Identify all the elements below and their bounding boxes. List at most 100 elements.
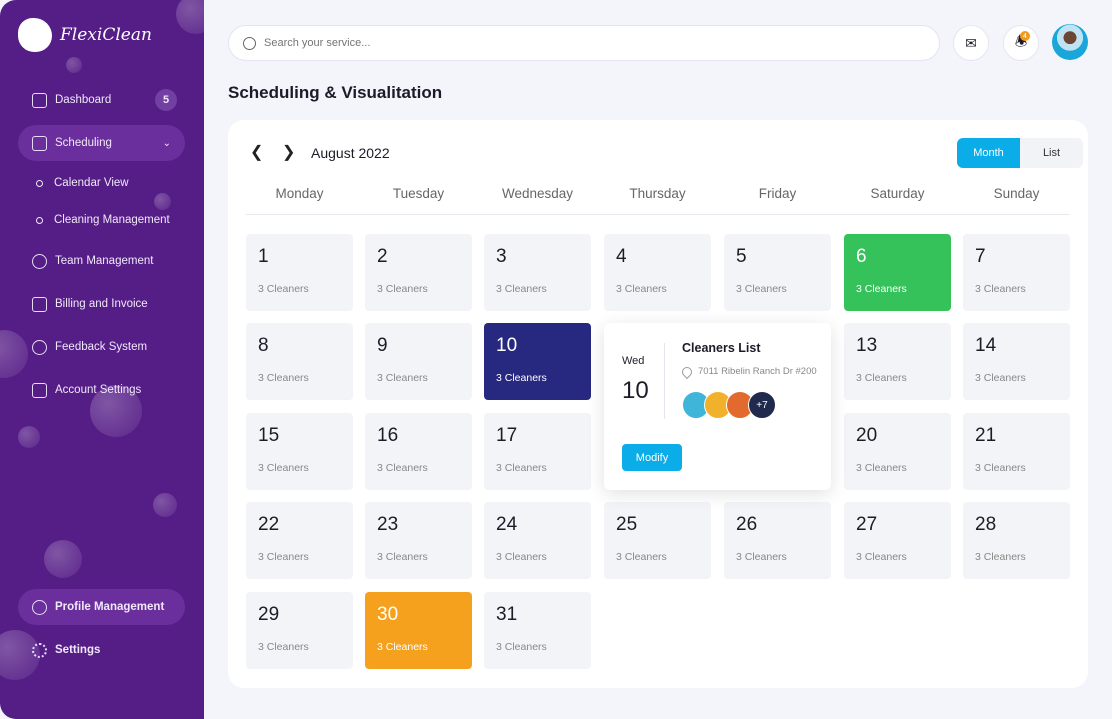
day-number: 2 bbox=[377, 246, 388, 267]
day-cell[interactable]: 20 3 Cleaners bbox=[844, 413, 951, 490]
sidebar-subitem-calendar-view[interactable]: Calendar View bbox=[36, 177, 129, 189]
modify-button[interactable]: Modify bbox=[622, 444, 682, 471]
weekday-header: Wednesday bbox=[501, 186, 574, 201]
day-number: 7 bbox=[975, 246, 986, 267]
sidebar-item-settings[interactable]: Settings bbox=[18, 632, 185, 668]
cleaner-count: 3 Cleaners bbox=[377, 462, 428, 474]
brand-logo[interactable]: FlexiClean bbox=[18, 18, 152, 52]
document-icon bbox=[32, 296, 47, 312]
day-number: 20 bbox=[856, 425, 878, 446]
more-cleaners[interactable]: +7 bbox=[748, 391, 776, 419]
cleaner-count: 3 Cleaners bbox=[258, 372, 309, 384]
view-list-button[interactable]: List bbox=[1020, 138, 1083, 168]
weekday-header: Monday bbox=[275, 186, 324, 201]
label: Team Management bbox=[55, 255, 154, 267]
day-cell[interactable]: 29 3 Cleaners bbox=[246, 592, 353, 669]
weekday-header: Saturday bbox=[870, 186, 925, 201]
cleaner-count: 3 Cleaners bbox=[616, 551, 667, 563]
day-cell[interactable]: 7 3 Cleaners bbox=[963, 234, 1070, 311]
day-cell[interactable]: 1 3 Cleaners bbox=[246, 234, 353, 311]
sidebar-item-scheduling[interactable]: Scheduling ⌄ bbox=[18, 125, 185, 161]
label: Feedback System bbox=[55, 341, 148, 353]
day-cell[interactable]: 9 3 Cleaners bbox=[365, 323, 472, 400]
view-toggle: Month List bbox=[957, 138, 1083, 168]
file-plus-icon bbox=[32, 382, 47, 398]
sidebar-item-feedback[interactable]: Feedback System bbox=[18, 329, 185, 365]
sidebar-item-team-management[interactable]: Team Management bbox=[18, 243, 185, 279]
day-cell[interactable]: 5 3 Cleaners bbox=[724, 234, 831, 311]
cleaner-count: 3 Cleaners bbox=[736, 283, 787, 295]
search-icon bbox=[243, 36, 256, 50]
day-cell[interactable]: 26 3 Cleaners bbox=[724, 502, 831, 579]
day-cell[interactable]: 2 3 Cleaners bbox=[365, 234, 472, 311]
day-number: 21 bbox=[975, 425, 997, 446]
cleaner-count: 3 Cleaners bbox=[258, 462, 309, 474]
day-cell[interactable]: 15 3 Cleaners bbox=[246, 413, 353, 490]
users-icon bbox=[32, 253, 47, 269]
day-cell[interactable]: 8 3 Cleaners bbox=[246, 323, 353, 400]
cleaner-count: 3 Cleaners bbox=[496, 551, 547, 563]
cleaner-count: 3 Cleaners bbox=[496, 641, 547, 653]
weekday-header: Tuesday bbox=[392, 186, 445, 201]
day-number: 4 bbox=[616, 246, 627, 267]
user-avatar[interactable] bbox=[1052, 24, 1088, 60]
cleaner-count: 3 Cleaners bbox=[856, 462, 907, 474]
day-cell[interactable]: 24 3 Cleaners bbox=[484, 502, 591, 579]
prev-month-button[interactable]: ❮ bbox=[250, 142, 263, 162]
day-cell[interactable]: 23 3 Cleaners bbox=[365, 502, 472, 579]
day-number: 26 bbox=[736, 514, 758, 535]
mail-button[interactable]: ✉ bbox=[953, 25, 989, 61]
cleaner-count: 3 Cleaners bbox=[258, 641, 309, 653]
day-cell[interactable]: 16 3 Cleaners bbox=[365, 413, 472, 490]
label: Cleaning Management bbox=[54, 214, 170, 226]
search-bar[interactable] bbox=[228, 25, 940, 61]
cleaner-count: 3 Cleaners bbox=[975, 372, 1026, 384]
label: Profile Management bbox=[55, 601, 165, 613]
notifications-button[interactable]: 🕭 4 bbox=[1003, 25, 1039, 61]
day-cell[interactable]: 4 3 Cleaners bbox=[604, 234, 711, 311]
day-number: 29 bbox=[258, 604, 280, 625]
cleaner-count: 3 Cleaners bbox=[975, 551, 1026, 563]
cleaner-count: 3 Cleaners bbox=[856, 283, 907, 295]
month-label: August 2022 bbox=[311, 145, 390, 161]
day-cell[interactable]: 22 3 Cleaners bbox=[246, 502, 353, 579]
view-month-button[interactable]: Month bbox=[957, 138, 1020, 168]
page-title: Scheduling & Visualitation bbox=[228, 83, 443, 102]
sidebar-item-account-settings[interactable]: Account Settings bbox=[18, 372, 185, 408]
day-number: 1 bbox=[258, 246, 269, 267]
notification-badge: 4 bbox=[1020, 31, 1030, 41]
cleaner-count: 3 Cleaners bbox=[616, 283, 667, 295]
day-number: 3 bbox=[496, 246, 507, 267]
day-cell[interactable]: 27 3 Cleaners bbox=[844, 502, 951, 579]
day-cell[interactable]: 14 3 Cleaners bbox=[963, 323, 1070, 400]
day-cell[interactable]: 10 3 Cleaners bbox=[484, 323, 591, 400]
day-number: 31 bbox=[496, 604, 518, 625]
sidebar-item-billing[interactable]: Billing and Invoice bbox=[18, 286, 185, 322]
day-cell[interactable]: 28 3 Cleaners bbox=[963, 502, 1070, 579]
day-number: 22 bbox=[258, 514, 280, 535]
day-cell[interactable]: 3 3 Cleaners bbox=[484, 234, 591, 311]
day-number: 6 bbox=[856, 246, 867, 267]
label: Scheduling bbox=[55, 137, 112, 149]
day-cell[interactable]: 30 3 Cleaners bbox=[365, 592, 472, 669]
day-cell[interactable]: 17 3 Cleaners bbox=[484, 413, 591, 490]
day-cell[interactable]: 21 3 Cleaners bbox=[963, 413, 1070, 490]
day-number: 9 bbox=[377, 335, 388, 356]
next-month-button[interactable]: ❯ bbox=[282, 142, 295, 162]
gear-icon bbox=[32, 642, 47, 658]
day-cell[interactable]: 25 3 Cleaners bbox=[604, 502, 711, 579]
cleaner-count: 3 Cleaners bbox=[258, 551, 309, 563]
sidebar-subitem-cleaning-management[interactable]: Cleaning Management bbox=[36, 214, 170, 226]
label: Calendar View bbox=[54, 177, 129, 189]
day-cell[interactable]: 13 3 Cleaners bbox=[844, 323, 951, 400]
day-number: 30 bbox=[377, 604, 399, 625]
cleaner-count: 3 Cleaners bbox=[856, 551, 907, 563]
cleaner-count: 3 Cleaners bbox=[377, 551, 428, 563]
day-cell[interactable]: 6 3 Cleaners bbox=[844, 234, 951, 311]
search-input[interactable] bbox=[264, 37, 864, 49]
day-cell[interactable]: 31 3 Cleaners bbox=[484, 592, 591, 669]
logo-icon bbox=[18, 18, 52, 52]
address-text: 7011 Ribelin Ranch Dr #200 bbox=[698, 366, 817, 377]
sidebar-item-profile-management[interactable]: Profile Management bbox=[18, 589, 185, 625]
sidebar-item-dashboard[interactable]: Dashboard 5 bbox=[18, 82, 185, 118]
